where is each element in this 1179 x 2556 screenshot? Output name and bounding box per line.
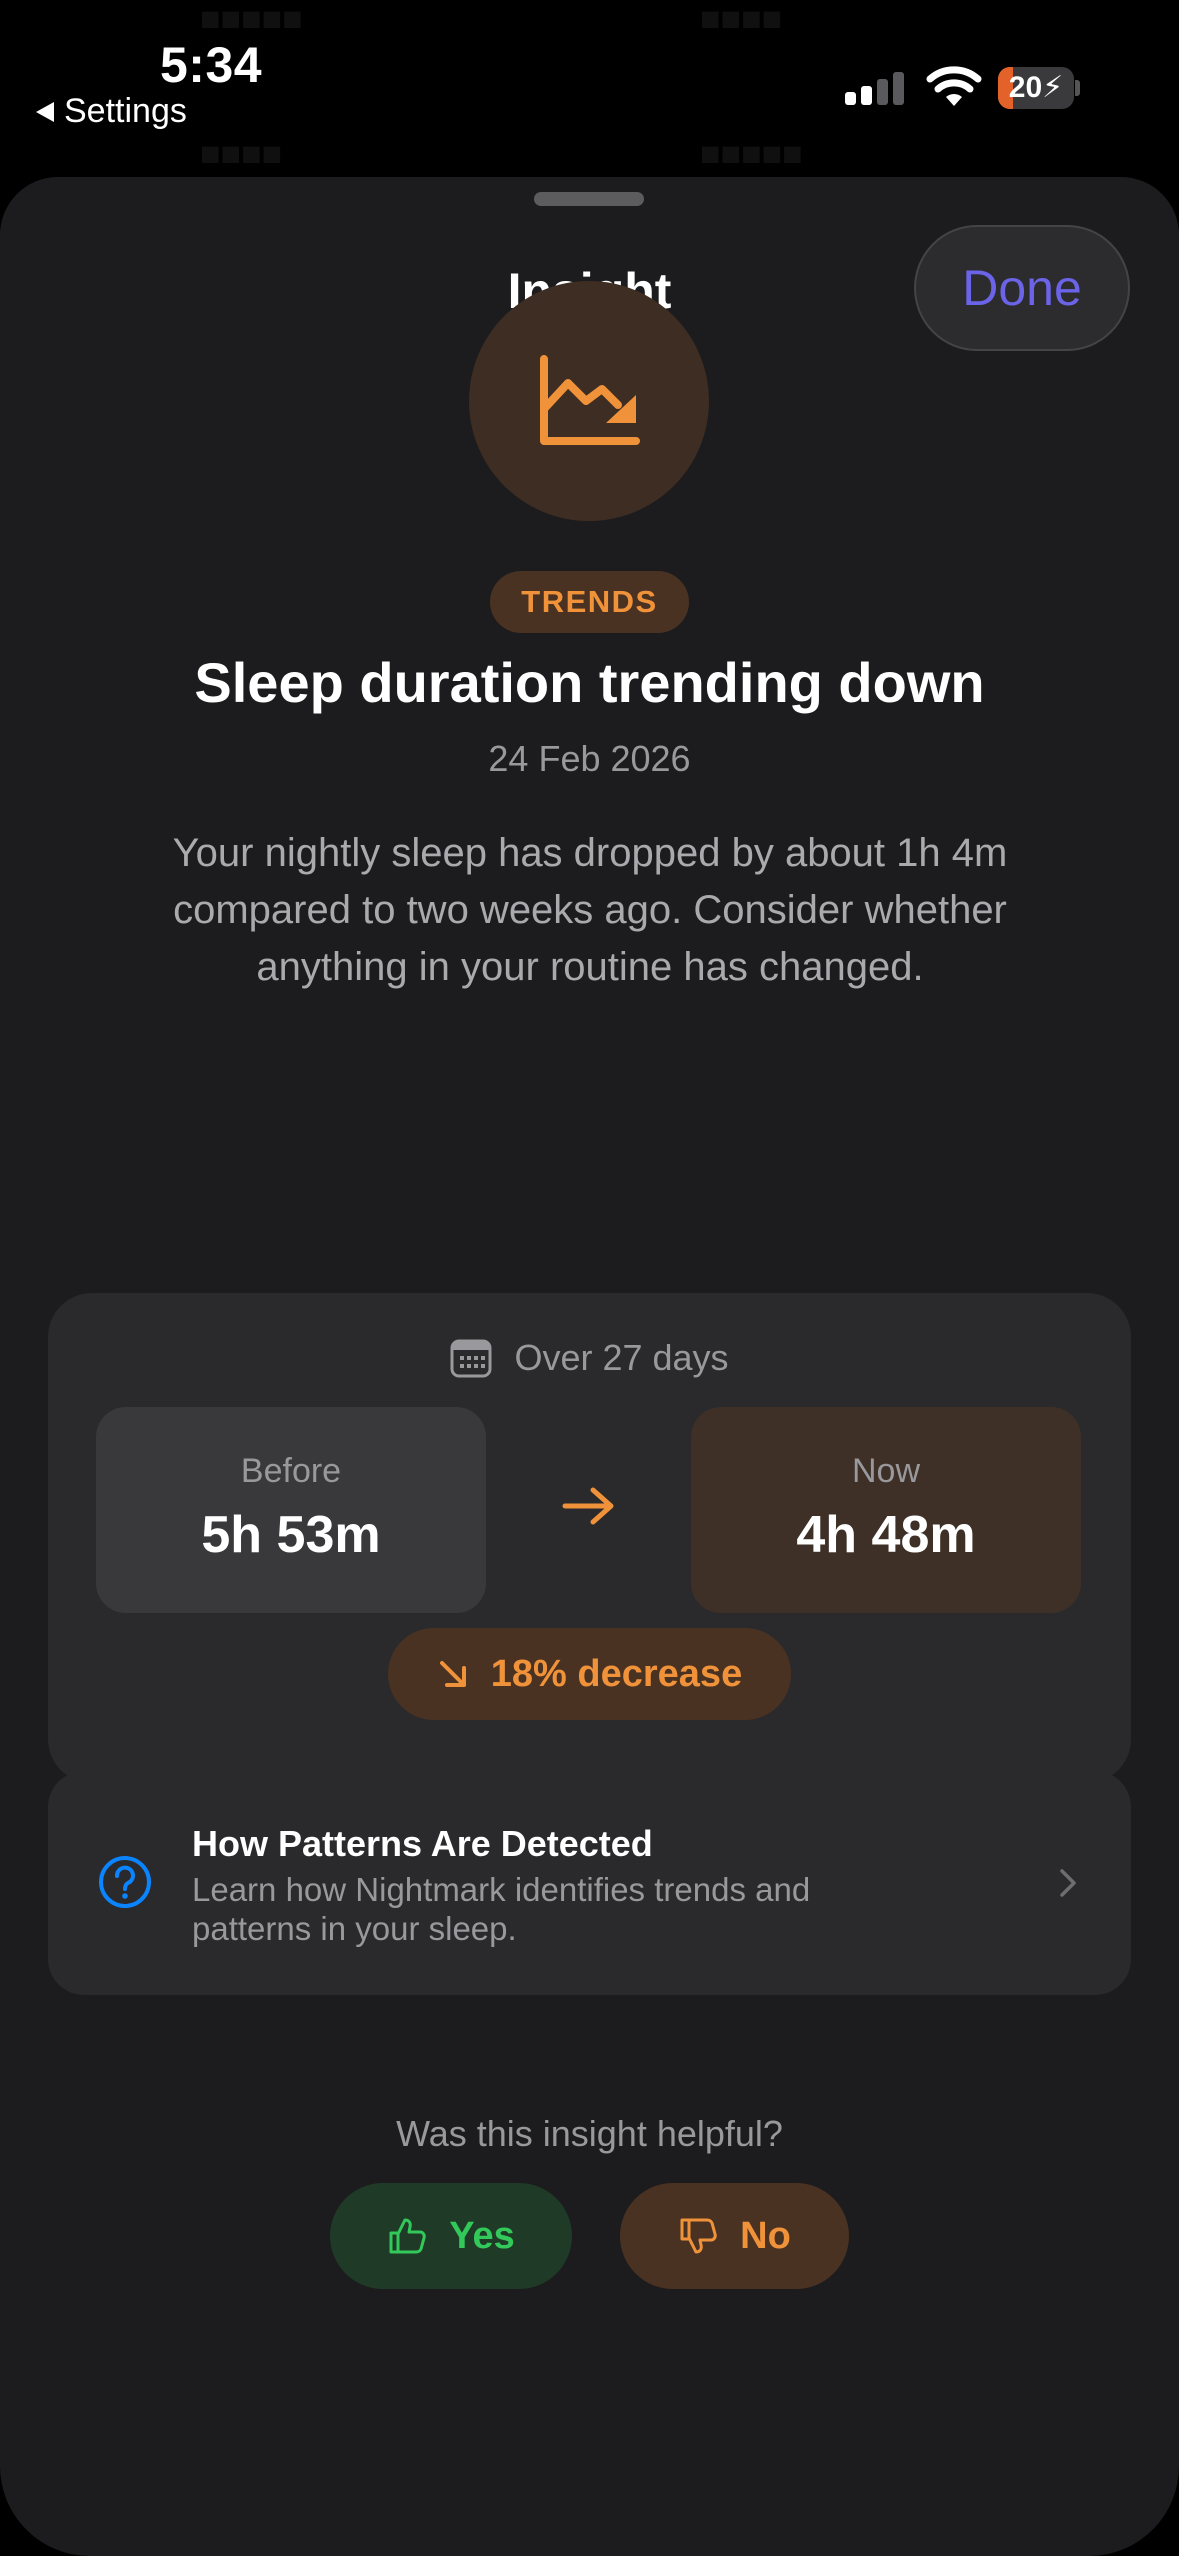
how-patterns-detected-link[interactable]: How Patterns Are Detected Learn how Nigh… [48, 1771, 1131, 1995]
status-time: 5:34 [160, 37, 263, 93]
insight-description: Your nightly sleep has dropped by about … [172, 831, 1008, 989]
feedback-yes-button[interactable]: Yes [330, 2183, 572, 2289]
calendar-icon [450, 1339, 492, 1378]
before-value: 5h 53m [201, 1506, 381, 1564]
back-arrow-icon [36, 101, 54, 122]
status-bar: 5:34 Settings 20⚡︎ [0, 0, 1179, 150]
category-badge: TRENDS [490, 571, 689, 633]
battery-cap [1075, 80, 1080, 96]
question-circle-icon [99, 1856, 151, 1908]
info-link-title: How Patterns Are Detected [192, 1823, 653, 1864]
comparison-card: Over 27 days Before 5h 53m Now 4h 48m 18… [48, 1293, 1131, 1783]
before-label: Before [240, 1452, 342, 1490]
battery-icon: 20⚡︎ [998, 67, 1080, 109]
chevron-right-icon [1060, 1869, 1076, 1897]
feedback-yes-label: Yes [449, 2214, 515, 2257]
period-label: Over 27 days [514, 1337, 729, 1378]
battery-body: 20⚡︎ [998, 67, 1074, 109]
cellular-signal-icon [845, 72, 904, 105]
thumbs-down-icon [680, 2218, 717, 2254]
insight-date: 24 Feb 2026 [488, 738, 691, 779]
feedback-no-label: No [740, 2214, 791, 2257]
back-link-label: Settings [64, 92, 187, 130]
period-row: Over 27 days [48, 1333, 1131, 1383]
wifi-icon [926, 66, 982, 106]
now-stat: Now 4h 48m [691, 1407, 1081, 1613]
insight-title: Sleep duration trending down [194, 651, 985, 714]
now-label: Now [851, 1452, 921, 1490]
arrow-right-icon [562, 1487, 614, 1525]
chart-trending-down-icon [540, 355, 640, 445]
arrow-down-right-icon [439, 1661, 466, 1687]
now-value: 4h 48m [796, 1506, 976, 1564]
before-stat: Before 5h 53m [96, 1407, 486, 1613]
back-to-settings-link[interactable]: Settings [36, 92, 187, 131]
thumbs-up-icon [389, 2218, 426, 2254]
change-label: 18% decrease [490, 1652, 743, 1695]
info-link-description: Learn how Nightmark identifies trends an… [192, 1871, 811, 1947]
sheet-grabber[interactable] [534, 192, 644, 206]
feedback-question: Was this insight helpful? [396, 2113, 783, 2154]
feedback-no-button[interactable]: No [620, 2183, 849, 2289]
battery-level: 20⚡︎ [1008, 71, 1064, 104]
change-badge: 18% decrease [388, 1628, 791, 1720]
insight-icon-circle [469, 281, 709, 521]
done-button[interactable]: Done [914, 225, 1130, 351]
